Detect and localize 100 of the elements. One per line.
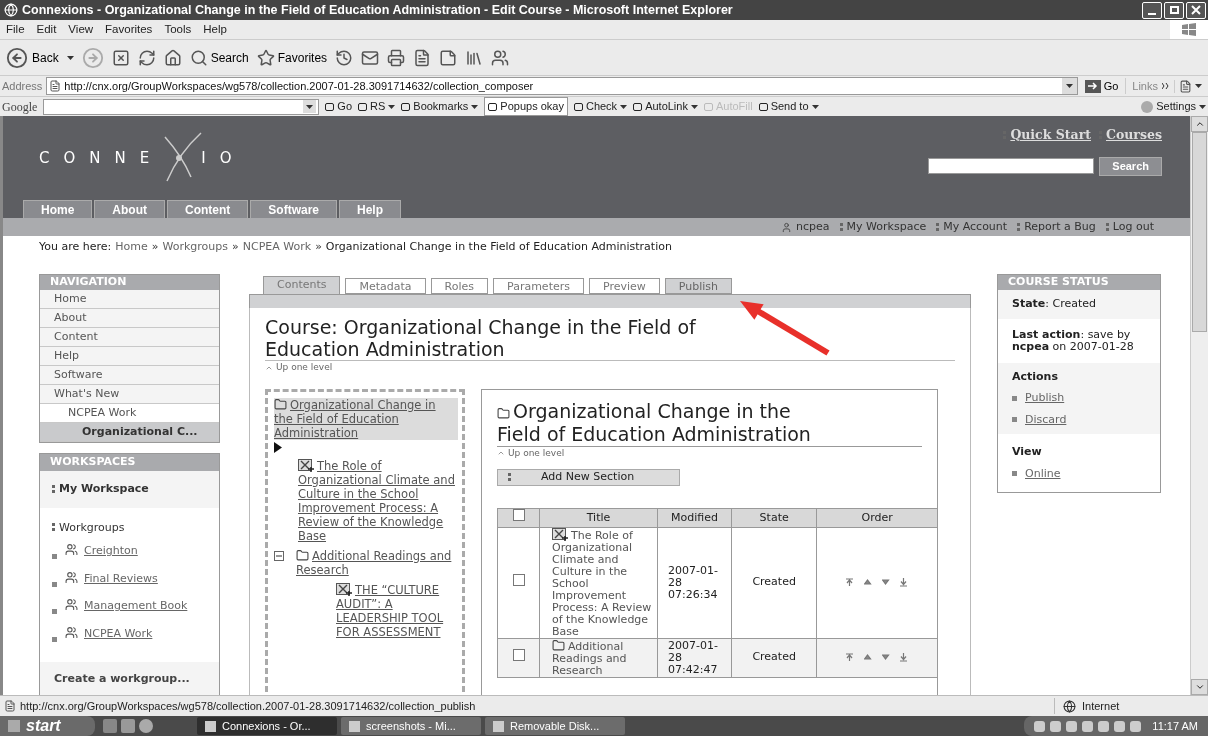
user-link[interactable]: ncpea bbox=[796, 218, 830, 236]
maximize-button[interactable] bbox=[1164, 1, 1184, 19]
user-link[interactable]: Report a Bug bbox=[1024, 218, 1096, 236]
tree-link[interactable]: The Role of Organizational Climate and Culture in the School Improvement Process: A Review of the Knowledge Base bbox=[298, 458, 458, 543]
site-search-field[interactable] bbox=[928, 158, 1095, 175]
menu-item[interactable]: View bbox=[62, 20, 100, 39]
menu-item[interactable]: File bbox=[0, 20, 31, 39]
title-cell[interactable]: The Role of Organizational Climate and Culture in the School Improvement Process: A Review of the Knowledge Base bbox=[539, 527, 658, 638]
print-icon[interactable] bbox=[387, 48, 406, 67]
people-icon[interactable] bbox=[491, 48, 510, 67]
scroll-up-icon[interactable] bbox=[1194, 119, 1205, 129]
quick-link[interactable]: Courses bbox=[1106, 126, 1162, 145]
checkbox[interactable] bbox=[512, 573, 525, 586]
mail-icon[interactable] bbox=[361, 48, 380, 67]
site-search-button[interactable]: Search bbox=[1099, 156, 1162, 176]
stop-icon[interactable] bbox=[111, 48, 130, 67]
tray-icon[interactable] bbox=[1130, 720, 1142, 732]
scroll-down-icon[interactable] bbox=[1194, 682, 1205, 692]
search-button[interactable]: Search bbox=[189, 48, 249, 67]
user-link[interactable]: My Workspace bbox=[846, 218, 927, 236]
favorites-button[interactable]: Favorites bbox=[256, 48, 328, 67]
taskbar-button[interactable]: screenshots - Mi... bbox=[341, 717, 481, 735]
menu-item[interactable]: Favorites bbox=[99, 20, 159, 39]
edit-tab[interactable]: Parameters bbox=[493, 278, 584, 294]
chevron-icon[interactable] bbox=[1162, 83, 1170, 89]
taskbar-button[interactable]: Removable Disk... bbox=[485, 717, 625, 735]
move-bottom-icon[interactable] bbox=[900, 578, 909, 587]
close-button[interactable] bbox=[1186, 1, 1206, 19]
library-icon[interactable] bbox=[465, 48, 484, 67]
move-down-icon[interactable] bbox=[882, 653, 891, 662]
add-section-button[interactable]: Add New Section bbox=[497, 469, 680, 486]
quick-link[interactable]: Quick Start bbox=[1010, 126, 1091, 145]
tree-root-link[interactable]: Organizational Change in the Field of Education Administration bbox=[274, 397, 458, 440]
google-toolbar-button[interactable]: Send to bbox=[758, 98, 819, 115]
tray-icon[interactable] bbox=[1034, 720, 1046, 732]
breadcrumb-link[interactable]: Home bbox=[115, 238, 148, 256]
minimize-button[interactable] bbox=[1142, 1, 1162, 19]
history-icon[interactable] bbox=[335, 48, 354, 67]
edit-tab[interactable]: Roles bbox=[430, 278, 488, 294]
action-link[interactable]: Discard bbox=[1025, 411, 1067, 428]
view-link[interactable]: Online bbox=[1025, 465, 1061, 482]
refresh-icon[interactable] bbox=[137, 48, 156, 67]
checkbox[interactable] bbox=[512, 648, 525, 661]
breadcrumb-link[interactable]: NCPEA Work bbox=[242, 238, 312, 256]
workgroup-link[interactable]: NCPEA Work bbox=[65, 625, 153, 641]
move-up-icon[interactable] bbox=[864, 578, 873, 587]
collapse-icon[interactable] bbox=[274, 550, 284, 561]
edit-tab[interactable]: Preview bbox=[589, 278, 660, 294]
navigation-item[interactable]: NCPEA Work bbox=[40, 404, 219, 423]
breadcrumb-link[interactable]: Workgroups bbox=[162, 238, 228, 256]
workgroup-link[interactable]: Management Book bbox=[65, 598, 188, 613]
move-top-icon[interactable] bbox=[846, 653, 855, 662]
google-toolbar-button[interactable]: RS bbox=[358, 98, 396, 115]
tray-icon[interactable] bbox=[1098, 720, 1110, 732]
google-toolbar-button[interactable]: Bookmarks bbox=[401, 98, 479, 115]
navigation-item[interactable]: Organizational C... bbox=[40, 423, 219, 442]
note-icon[interactable] bbox=[439, 48, 458, 67]
site-nav-tab[interactable]: About bbox=[94, 200, 165, 218]
action-link[interactable]: Publish bbox=[1025, 390, 1065, 407]
site-nav-tab[interactable]: Home bbox=[23, 200, 93, 218]
move-bottom-icon[interactable] bbox=[900, 653, 909, 662]
menu-item[interactable]: Help bbox=[197, 20, 233, 39]
google-toolbar-button[interactable]: Check bbox=[573, 98, 628, 115]
edit-tab[interactable]: Publish bbox=[664, 278, 733, 294]
title-cell[interactable]: Additional Readings and Research bbox=[539, 638, 658, 677]
quick-launch-icon[interactable] bbox=[139, 719, 153, 733]
address-field[interactable]: http://cnx.org/GroupWorkspaces/wg578/collection.2007-01-28.3091714632/collection_composer bbox=[46, 77, 1078, 95]
checkbox[interactable] bbox=[512, 509, 525, 521]
user-link[interactable]: Log out bbox=[1112, 218, 1154, 236]
site-nav-tab[interactable]: Software bbox=[250, 200, 337, 218]
start-button[interactable]: start bbox=[0, 716, 95, 736]
move-up-icon[interactable] bbox=[864, 653, 873, 662]
workgroup-link[interactable]: Creighton bbox=[65, 543, 138, 558]
taskbar-button[interactable]: Connexions - Or... bbox=[197, 717, 337, 735]
user-link[interactable]: My Account bbox=[943, 218, 1008, 236]
google-toolbar-button[interactable]: AutoLink bbox=[633, 98, 698, 115]
back-button[interactable]: Back bbox=[6, 46, 59, 69]
document-icon[interactable] bbox=[413, 48, 432, 67]
settings-button[interactable]: Settings bbox=[1141, 98, 1206, 115]
tray-icon[interactable] bbox=[1114, 720, 1126, 732]
google-toolbar-button[interactable]: Popups okay bbox=[484, 97, 568, 116]
site-nav-tab[interactable]: Content bbox=[167, 200, 249, 218]
edit-tab[interactable]: Metadata bbox=[345, 278, 426, 294]
menu-item[interactable]: Edit bbox=[30, 20, 63, 39]
dropdown-button[interactable] bbox=[1061, 78, 1077, 94]
move-down-icon[interactable] bbox=[882, 578, 891, 587]
tray-icon[interactable] bbox=[1066, 720, 1078, 732]
google-toolbar-button[interactable]: Go bbox=[325, 98, 352, 115]
up-level-link[interactable]: Up one level bbox=[508, 446, 565, 460]
tree-link[interactable]: Additional Readings and Research bbox=[296, 548, 458, 577]
move-top-icon[interactable] bbox=[846, 578, 855, 587]
site-logo[interactable]: CONNE IO bbox=[3, 116, 246, 200]
go-button[interactable]: Go bbox=[1081, 77, 1122, 95]
tree-link[interactable]: THE “CULTURE AUDIT”: A LEADERSHIP TOOL FOR ASSESSMENT bbox=[336, 582, 458, 639]
site-nav-tab[interactable]: Help bbox=[339, 200, 402, 218]
tray-icon[interactable] bbox=[1082, 720, 1094, 732]
google-search-field[interactable] bbox=[43, 98, 320, 115]
tray-icon[interactable] bbox=[1050, 720, 1062, 732]
menu-item[interactable]: Tools bbox=[158, 20, 198, 39]
workgroup-link[interactable]: Final Reviews bbox=[65, 570, 158, 586]
